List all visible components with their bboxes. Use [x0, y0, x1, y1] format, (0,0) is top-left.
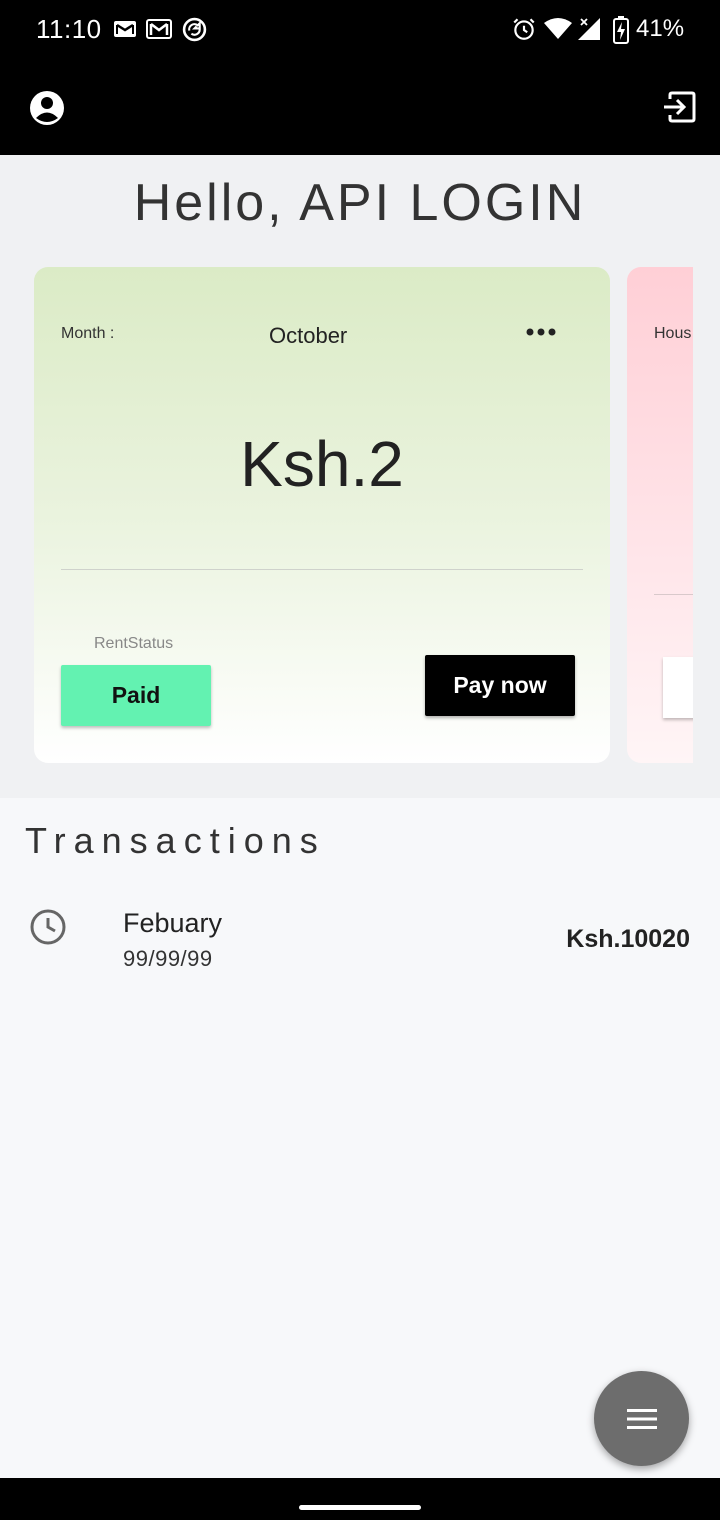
transaction-date: 99/99/99: [123, 946, 213, 971]
battery-percent: 41%: [636, 15, 685, 42]
gmail-icon: [146, 19, 172, 39]
dashboard-main: Hello, API LOGIN Month : October Ksh.2 R…: [0, 155, 720, 798]
greeting-title: Hello, API LOGIN: [133, 174, 587, 232]
month-label: Month :: [61, 325, 115, 342]
transactions-heading: Transactions: [25, 820, 326, 861]
rent-status-badge: Paid: [61, 665, 211, 726]
sync-icon: [182, 17, 207, 42]
rent-status-label: RentStatus: [94, 635, 174, 652]
logout-icon[interactable]: [662, 91, 696, 123]
clock-icon: [30, 909, 66, 945]
transaction-amount: Ksh.10020: [566, 925, 690, 953]
card-divider: [61, 569, 583, 570]
transaction-month: Febuary: [123, 908, 223, 938]
transactions-section: Transactions Febuary 99/99/99 Ksh.10020: [0, 798, 720, 1478]
house-card-peek[interactable]: Hous I: [627, 267, 693, 763]
more-horizontal-icon[interactable]: [526, 327, 556, 337]
menu-icon: [626, 1408, 657, 1429]
house-label: Hous: [654, 325, 692, 342]
gesture-nav-bar: [0, 1478, 720, 1520]
home-gesture-handle[interactable]: [299, 1505, 421, 1510]
signal-icon: [578, 18, 600, 40]
status-time: 11:10: [36, 14, 102, 44]
month-value: October: [269, 323, 348, 348]
app-bar: [0, 60, 720, 155]
house-card-button[interactable]: I: [663, 657, 693, 718]
status-bar: 11:10 41%: [0, 0, 720, 60]
card-divider: [654, 594, 693, 595]
pay-now-button[interactable]: Pay now: [425, 655, 575, 716]
rent-amount: Ksh.2: [240, 428, 404, 500]
transaction-row[interactable]: Febuary 99/99/99 Ksh.10020: [0, 898, 720, 988]
alarm-icon: [513, 18, 535, 40]
gmail-icon: [114, 21, 136, 37]
account-circle-icon[interactable]: [29, 90, 65, 126]
menu-fab[interactable]: [594, 1371, 689, 1466]
rent-card[interactable]: Month : October Ksh.2 RentStatus Paid Pa…: [34, 267, 610, 763]
battery-charging-icon: [613, 16, 629, 44]
wifi-icon: [544, 18, 572, 39]
